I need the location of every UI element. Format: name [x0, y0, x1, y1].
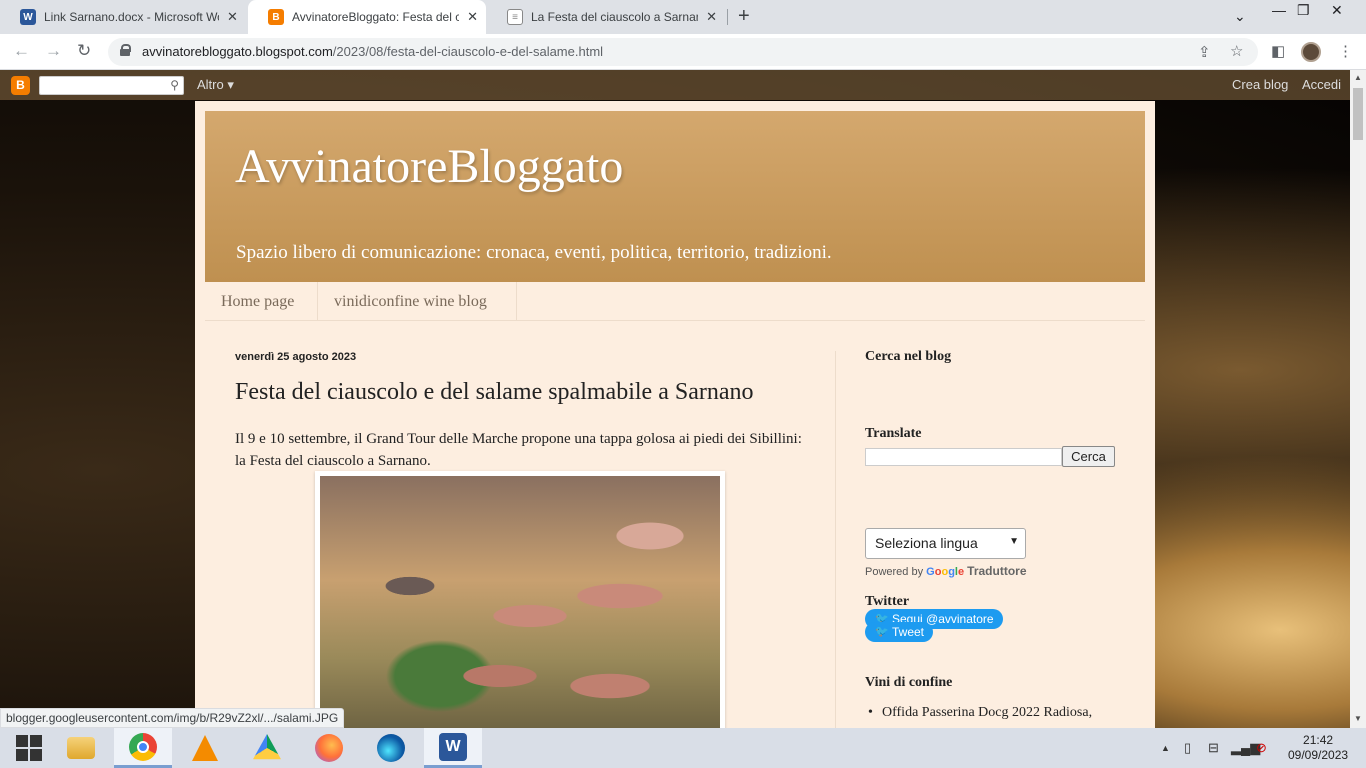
new-tab-icon[interactable]: + [738, 5, 750, 28]
clock-time: 21:42 [1303, 733, 1334, 747]
tab-separator [727, 9, 728, 25]
search-icon[interactable]: ⚲ [170, 78, 179, 92]
forward-icon[interactable]: → [45, 41, 62, 61]
tab-festa-article[interactable]: ≡ La Festa del ciauscolo a Sarnano ✕ [487, 0, 725, 34]
post-body: Il 9 e 10 settembre, il Grand Tour delle… [235, 431, 802, 469]
list-item[interactable]: Offida Passerina Docg 2022 Radiosa, [865, 705, 1092, 721]
maximize-icon[interactable]: ❐ [1297, 2, 1310, 19]
word-icon: W [439, 732, 467, 761]
blogger-icon: B [268, 9, 284, 25]
vini-list: Offida Passerina Docg 2022 Radiosa, [865, 705, 1092, 721]
start-button[interactable] [0, 728, 58, 768]
address-bar[interactable]: avvinatorebloggato.blogspot.com/2023/08/… [108, 38, 1258, 66]
blogger-navbar: B ⚲ Altro ▾ Crea blog Accedi [0, 70, 1350, 100]
taskbar-word[interactable]: W [424, 728, 482, 768]
salami-photo[interactable] [320, 476, 720, 728]
post-date: venerdì 25 agosto 2023 [235, 351, 357, 363]
url-text[interactable]: avvinatorebloggato.blogspot.com/2023/08/… [142, 44, 603, 59]
blog-header: AvvinatoreBloggato Spazio libero di comu… [205, 111, 1145, 282]
taskbar-vlc[interactable] [176, 728, 234, 768]
column-divider [835, 351, 836, 728]
sign-in-link[interactable]: Accedi [1302, 77, 1341, 92]
share-icon[interactable]: ⇪ [1198, 43, 1211, 61]
page-icon: ≡ [507, 9, 523, 25]
twitter-heading: Twitter [865, 594, 910, 609]
taskbar-chrome[interactable] [114, 728, 172, 768]
language-select[interactable]: Seleziona lingua ▼ [865, 528, 1026, 559]
firefox-icon [315, 734, 343, 762]
minimize-icon[interactable]: — [1272, 2, 1286, 18]
twitter-bird-icon: 🐦 [875, 626, 889, 638]
search-heading: Cerca nel blog [865, 349, 952, 364]
lock-icon[interactable] [120, 44, 131, 56]
tab-home-page[interactable]: Home page [205, 282, 318, 321]
show-hidden-icons-icon[interactable]: ▲ [1161, 743, 1170, 753]
browser-tab-strip: W Link Sarnano.docx - Microsoft Wo ✕ B A… [0, 0, 1366, 34]
close-window-icon[interactable]: ✕ [1331, 2, 1343, 19]
back-icon[interactable]: ← [13, 41, 30, 61]
tweet-button[interactable]: 🐦 Tweet [865, 622, 934, 642]
bookmark-star-icon[interactable]: ☆ [1230, 42, 1243, 60]
post-image[interactable] [315, 471, 725, 728]
tab-vinidiconfine[interactable]: vinidiconfine wine blog [318, 282, 517, 321]
more-menu[interactable]: Altro ▾ [197, 77, 234, 93]
taskbar-edge[interactable] [362, 728, 420, 768]
word-icon: W [20, 9, 36, 25]
blog-title[interactable]: AvvinatoreBloggato [235, 139, 623, 194]
google-drive-icon [253, 734, 281, 760]
tab-search-icon[interactable]: ⌄ [1234, 8, 1246, 25]
menu-icon[interactable]: ⋮ [1338, 42, 1353, 60]
side-panel-icon[interactable]: ◧ [1271, 42, 1285, 60]
chrome-icon [129, 732, 157, 761]
reload-icon[interactable]: ↻ [77, 41, 91, 61]
device-icon[interactable]: ▯ [1184, 740, 1191, 756]
file-explorer-icon [67, 737, 95, 759]
blog-search-input[interactable] [865, 448, 1062, 466]
taskbar: W ▲ ▯ ⊟ ▂▄▆ ⊘ 21:42 09/09/2023 [0, 728, 1366, 768]
scrollbar-thumb[interactable] [1353, 88, 1363, 140]
translator-link[interactable]: Traduttore [967, 564, 1026, 578]
vini-heading: Vini di confine [865, 675, 953, 690]
navbar-search-input[interactable]: ⚲ [39, 76, 184, 95]
scrollbar[interactable]: ▲ ▼ [1350, 70, 1366, 728]
create-blog-link[interactable]: Crea blog [1232, 77, 1288, 92]
scroll-up-icon[interactable]: ▲ [1354, 73, 1362, 82]
powered-by-google: Powered by Google Traduttore [865, 564, 1027, 578]
volume-muted-icon[interactable]: ⊘ [1256, 740, 1267, 756]
blogger-logo-icon[interactable]: B [11, 76, 30, 95]
system-clock[interactable]: 21:42 09/09/2023 [1288, 733, 1348, 763]
blog-tabs: Home page vinidiconfine wine blog [205, 282, 1145, 321]
status-bar-url: blogger.googleusercontent.com/img/b/R29v… [0, 708, 345, 728]
scroll-down-icon[interactable]: ▼ [1354, 714, 1362, 723]
google-logo[interactable]: Google [926, 566, 964, 578]
tab-word-document[interactable]: W Link Sarnano.docx - Microsoft Wo ✕ [0, 0, 247, 34]
profile-avatar[interactable] [1301, 42, 1321, 62]
taskbar-firefox[interactable] [300, 728, 358, 768]
vlc-icon [192, 735, 218, 761]
close-tab-icon[interactable]: ✕ [227, 9, 238, 25]
taskbar-file-explorer[interactable] [52, 728, 110, 768]
close-tab-icon[interactable]: ✕ [706, 9, 717, 25]
post-title: Festa del ciauscolo e del salame spalmab… [235, 379, 754, 405]
blog-description: Spazio libero di comunicazione: cronaca,… [236, 242, 832, 263]
network-adapter-icon[interactable]: ⊟ [1208, 740, 1219, 756]
tab-blog-post[interactable]: B AvvinatoreBloggato: Festa del cia ✕ [248, 0, 486, 34]
clock-date: 09/09/2023 [1288, 748, 1349, 762]
windows-icon [16, 735, 42, 761]
browser-toolbar: ← → ↻ avvinatorebloggato.blogspot.com/20… [0, 34, 1366, 70]
close-tab-icon[interactable]: ✕ [467, 9, 478, 25]
page-viewport: B ⚲ Altro ▾ Crea blog Accedi AvvinatoreB… [0, 70, 1350, 728]
chevron-down-icon: ▼ [1009, 536, 1019, 547]
taskbar-google-drive[interactable] [238, 728, 296, 768]
search-button[interactable]: Cerca [1062, 446, 1115, 467]
translate-heading: Translate [865, 426, 922, 441]
blog-container: AvvinatoreBloggato Spazio libero di comu… [195, 101, 1155, 728]
edge-icon [377, 734, 405, 762]
